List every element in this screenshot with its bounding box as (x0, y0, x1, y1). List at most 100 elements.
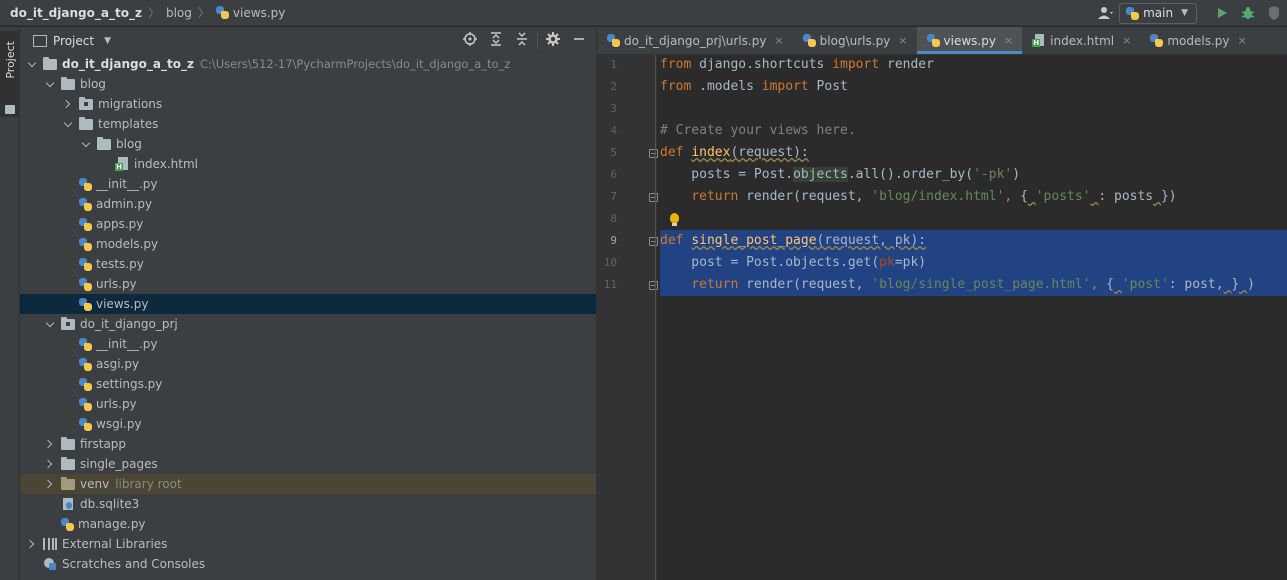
project-panel-header: Project ▼ (20, 27, 596, 54)
tree-item[interactable]: settings.py (20, 374, 596, 394)
tree-item-label: __init__.py (96, 177, 158, 191)
close-icon[interactable]: × (1122, 34, 1131, 47)
navigation-bar: do_it_django_a_to_z 〉 blog 〉 views.py ma… (0, 0, 1287, 26)
run-icon[interactable] (1212, 3, 1232, 23)
code-line: def single_post_page(request, pk): (660, 233, 927, 248)
tree-item[interactable]: do_it_django_a_to_z C:\Users\512-17\Pycha… (20, 54, 596, 74)
tree-item[interactable]: urls.py (20, 274, 596, 294)
python-file-icon (79, 357, 92, 371)
python-file-icon (79, 237, 92, 251)
tree-item[interactable]: templates (20, 114, 596, 134)
run-configuration-select[interactable]: main ▼ (1119, 2, 1197, 24)
project-panel-title[interactable]: Project (53, 34, 94, 48)
breadcrumb-separator: 〉 (197, 6, 210, 20)
editor-tab[interactable]: models.py × (1140, 27, 1255, 54)
python-file-icon (607, 34, 620, 47)
tree-item[interactable]: asgi.py (20, 354, 596, 374)
editor-tab[interactable]: blog\urls.py × (793, 27, 917, 54)
breadcrumb: do_it_django_a_to_z 〉 blog 〉 views.py (0, 0, 285, 26)
tree-item[interactable]: single_pages (20, 454, 596, 474)
chevron-down-icon[interactable] (45, 319, 55, 329)
tree-item[interactable]: wsgi.py (20, 414, 596, 434)
tree-item[interactable]: manage.py (20, 514, 596, 534)
gear-icon[interactable] (540, 31, 566, 50)
tree-item[interactable]: __init__.py (20, 334, 596, 354)
tree-item-label: __init__.py (96, 337, 158, 351)
tree-item-label: migrations (98, 97, 163, 111)
chevron-right-icon[interactable] (45, 479, 55, 489)
line-number: 5 (610, 146, 617, 159)
close-icon[interactable]: × (1238, 34, 1247, 47)
tree-item[interactable]: models.py (20, 234, 596, 254)
breadcrumb-project[interactable]: do_it_django_a_to_z (10, 6, 142, 20)
tree-item[interactable]: db.sqlite3 (20, 494, 596, 514)
lightbulb-icon[interactable] (670, 213, 679, 226)
editor-tab[interactable]: do_it_django_prj\urls.py × (597, 27, 793, 54)
code-content[interactable]: from django.shortcuts import render from … (660, 54, 1287, 580)
tree-item-label: do_it_django_prj (80, 317, 178, 331)
tree-item[interactable]: blog (20, 74, 596, 94)
debug-icon[interactable] (1238, 3, 1258, 23)
tree-item[interactable]: firstapp (20, 434, 596, 454)
project-tool-tab[interactable]: Project (0, 31, 20, 117)
fold-marker-icon[interactable] (649, 149, 658, 158)
editor-tab-label: index.html (1050, 33, 1115, 48)
tree-item[interactable]: __init__.py (20, 174, 596, 194)
tree-item[interactable]: admin.py (20, 194, 596, 214)
locate-icon[interactable] (457, 31, 483, 50)
tree-item[interactable]: apps.py (20, 214, 596, 234)
tree-item-label: index.html (134, 157, 198, 171)
libraries-icon (43, 538, 57, 550)
breadcrumb-folder[interactable]: blog (166, 6, 192, 20)
fold-marker-icon[interactable] (649, 281, 658, 290)
tree-item[interactable]: views.py (20, 294, 596, 314)
fold-marker-icon[interactable] (649, 237, 658, 246)
chevron-down-icon[interactable]: ▼ (104, 36, 111, 46)
editor-tab[interactable]: views.py × (916, 27, 1023, 54)
tree-item[interactable]: urls.py (20, 394, 596, 414)
editor-area: do_it_django_prj\urls.py × blog\urls.py × vi… (597, 27, 1287, 580)
tree-item-label: apps.py (96, 217, 144, 231)
tree-item-label: asgi.py (96, 357, 140, 371)
tree-item-label: blog (116, 137, 142, 151)
project-panel-tools (457, 27, 592, 54)
code-line: return render(request, 'blog/single_post… (691, 277, 1255, 292)
expand-all-icon[interactable] (483, 31, 509, 50)
tree-item[interactable]: tests.py (20, 254, 596, 274)
close-icon[interactable]: × (898, 34, 907, 47)
chevron-down-icon[interactable] (45, 79, 55, 89)
user-icon[interactable] (1096, 3, 1116, 23)
python-file-icon (79, 417, 92, 431)
chevron-right-icon[interactable] (45, 439, 55, 449)
breadcrumb-file[interactable]: views.py (233, 6, 285, 20)
run-configuration-label: main (1143, 6, 1174, 20)
line-number: 9 (610, 234, 617, 247)
chevron-right-icon[interactable] (27, 539, 37, 549)
chevron-right-icon[interactable] (63, 99, 73, 109)
minimize-icon[interactable] (566, 33, 592, 49)
tree-item[interactable]: do_it_django_prj (20, 314, 596, 334)
chevron-down-icon[interactable] (81, 139, 91, 149)
fold-marker-icon[interactable] (649, 193, 658, 202)
tree-item[interactable]: Scratches and Consoles (20, 554, 596, 574)
folder-icon (43, 56, 57, 70)
code-line: return render(request, 'blog/index.html'… (691, 189, 1177, 204)
tree-item-label: urls.py (96, 397, 137, 411)
coverage-icon[interactable] (1264, 3, 1284, 23)
tree-item[interactable]: blog (20, 134, 596, 154)
left-tool-strip: Project (0, 27, 20, 580)
editor-tab[interactable]: index.html × (1022, 27, 1140, 54)
code-line: def index(request): (660, 145, 809, 160)
close-icon[interactable]: × (1004, 34, 1013, 47)
tree-item[interactable]: migrations (20, 94, 596, 114)
tree-item[interactable]: External Libraries (20, 534, 596, 554)
editor-tab-label: views.py (943, 33, 996, 48)
chevron-right-icon[interactable] (45, 459, 55, 469)
tree-item[interactable]: index.html (20, 154, 596, 174)
chevron-down-icon[interactable] (63, 119, 73, 129)
tree-item[interactable]: venv library root (20, 474, 596, 494)
python-file-icon (79, 177, 92, 191)
close-icon[interactable]: × (774, 34, 783, 47)
chevron-down-icon[interactable] (27, 59, 37, 69)
collapse-all-icon[interactable] (509, 31, 535, 50)
